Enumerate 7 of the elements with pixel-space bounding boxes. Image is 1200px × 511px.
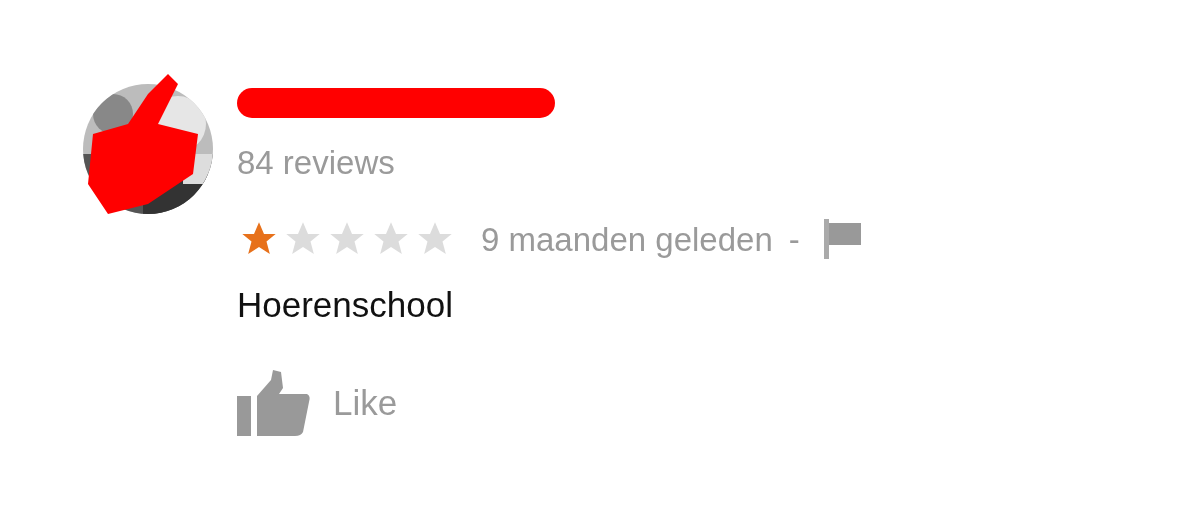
separator: -: [788, 222, 800, 256]
like-button[interactable]: Like: [237, 370, 862, 436]
review-text: Hoerenschool: [237, 287, 454, 322]
thumbs-up-icon: [237, 370, 311, 436]
review-count: 84 reviews: [237, 143, 396, 179]
review-time: 9 maanden geleden: [481, 222, 773, 256]
flag-icon[interactable]: [823, 219, 862, 259]
